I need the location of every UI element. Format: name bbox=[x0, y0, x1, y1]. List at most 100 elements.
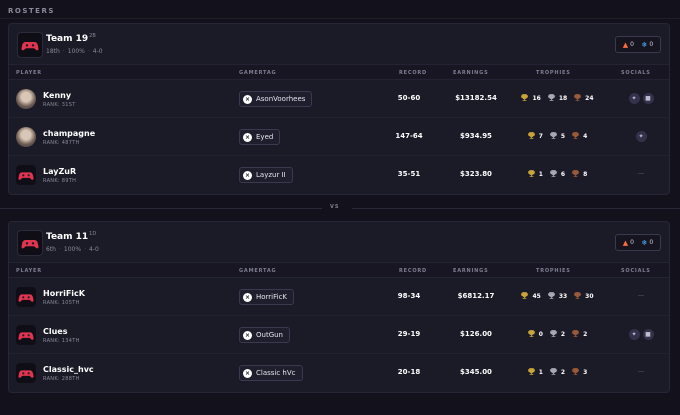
trophy-counts: 16 18 24 bbox=[507, 93, 607, 104]
bronze-trophy-icon bbox=[571, 329, 580, 340]
team-name[interactable]: Team 192B bbox=[46, 33, 96, 44]
table-row[interactable]: Classic_hvc RANK: 288TH × Classic hVc 20-18 $… bbox=[9, 354, 669, 392]
gamertag-chip[interactable]: × Eyed bbox=[239, 129, 281, 145]
silver-trophy-icon bbox=[549, 329, 558, 340]
player-record: 98-34 bbox=[397, 292, 421, 300]
table-row[interactable]: Clues RANK: 134TH × OutGun 29-19 $126.00 0 2 2 ✦ ■ bbox=[9, 316, 669, 354]
vs-line-right bbox=[352, 208, 680, 209]
section-title: ROSTERS bbox=[8, 7, 55, 15]
silver-trophy-icon bbox=[547, 93, 556, 104]
team-percent: 100% bbox=[63, 246, 82, 253]
gamertag-text: Eyed bbox=[256, 133, 274, 141]
player-name[interactable]: champagne bbox=[43, 129, 95, 138]
bronze-trophy-icon bbox=[571, 169, 580, 180]
gamertag-text: AsonVoorhees bbox=[256, 95, 306, 103]
fire-icon: ▲ bbox=[622, 238, 629, 247]
divider bbox=[0, 18, 680, 19]
gold-trophy-icon bbox=[527, 169, 536, 180]
bronze-trophy-icon bbox=[573, 93, 582, 104]
fire-count: 0 bbox=[630, 239, 634, 246]
col-trophies: TROPHIES bbox=[536, 70, 571, 76]
silver-trophy-icon bbox=[549, 367, 558, 378]
table-row[interactable]: HorriFicK RANK: 105TH × HorriFicK 98-34 $6812… bbox=[9, 278, 669, 316]
avatar bbox=[16, 89, 36, 109]
gamertag-chip[interactable]: × Layzur II bbox=[239, 167, 293, 183]
col-trophies: TROPHIES bbox=[536, 268, 571, 274]
player-rank: RANK: 105TH bbox=[43, 300, 80, 306]
player-rank: RANK: 134TH bbox=[43, 338, 80, 344]
player-name[interactable]: Classic_hvc bbox=[43, 365, 94, 374]
table-row[interactable]: champagne RANK: 487TH × Eyed 147-64 $934.95 7 5… bbox=[9, 118, 669, 156]
gamertag-chip[interactable]: × OutGun bbox=[239, 327, 290, 343]
team-place: 6th bbox=[46, 246, 56, 253]
team-header: Team 192B 18th · 100% · 4-0 ▲ 0 ❄ 0 bbox=[9, 24, 669, 64]
snowflake-icon: ❄ bbox=[641, 238, 648, 247]
avatar bbox=[16, 363, 36, 383]
no-socials: — bbox=[637, 169, 645, 177]
team-record: 4-0 bbox=[88, 246, 99, 253]
player-name[interactable]: Clues bbox=[43, 327, 68, 336]
snowflake-icon: ❄ bbox=[641, 40, 648, 49]
col-gamertag: GAMERTAG bbox=[239, 70, 277, 76]
col-earnings: EARNINGS bbox=[453, 70, 489, 76]
gamertag-text: Layzur II bbox=[256, 171, 286, 179]
gold-trophy-icon bbox=[520, 93, 529, 104]
table-row[interactable]: LayZuR RANK: 89TH × Layzur II 35-51 $323.80 1 6… bbox=[9, 156, 669, 194]
trophy-counts: 168 bbox=[507, 169, 607, 180]
player-socials: ✦ ■ bbox=[611, 329, 669, 340]
trophy-counts: 123 bbox=[507, 367, 607, 378]
ice-count: 0 bbox=[649, 239, 654, 246]
player-name[interactable]: HorriFicK bbox=[43, 289, 85, 298]
team-meta: 6th · 100% · 4-0 bbox=[46, 246, 99, 253]
player-socials: — bbox=[611, 367, 669, 375]
player-socials: — bbox=[611, 169, 669, 177]
silver-trophy-icon bbox=[549, 169, 558, 180]
gamertag-chip[interactable]: × Classic hVc bbox=[239, 365, 303, 381]
xbox-icon: × bbox=[243, 170, 252, 180]
col-record: RECORD bbox=[399, 70, 427, 76]
team-card: Team 192B 18th · 100% · 4-0 ▲ 0 ❄ 0 PLAYER GAMERTAG… bbox=[8, 23, 670, 195]
player-rank: RANK: 89TH bbox=[43, 178, 77, 184]
col-earnings: EARNINGS bbox=[453, 268, 489, 274]
table-header: PLAYER GAMERTAG RECORD EARNINGS TROPHIES SOCI… bbox=[9, 262, 669, 278]
xbox-icon: × bbox=[243, 94, 252, 104]
avatar bbox=[16, 287, 36, 307]
col-socials: SOCIALS bbox=[621, 70, 651, 76]
player-name[interactable]: LayZuR bbox=[43, 167, 76, 176]
silver-trophy-icon bbox=[549, 131, 558, 142]
team-logo-icon bbox=[17, 230, 43, 256]
no-socials: — bbox=[637, 367, 645, 375]
twitch-icon[interactable]: ■ bbox=[642, 329, 654, 340]
player-record: 35-51 bbox=[397, 170, 421, 178]
xbox-icon: × bbox=[243, 132, 252, 142]
col-gamertag: GAMERTAG bbox=[239, 268, 277, 274]
gold-trophy-icon bbox=[527, 131, 536, 142]
player-earnings: $6812.17 bbox=[457, 292, 495, 300]
player-name[interactable]: Kenny bbox=[43, 91, 71, 100]
bronze-trophy-icon bbox=[573, 291, 582, 302]
twitter-icon[interactable]: ✦ bbox=[628, 329, 640, 340]
silver-trophy-icon bbox=[547, 291, 556, 302]
avatar bbox=[16, 165, 36, 185]
avatar bbox=[16, 127, 36, 147]
twitter-icon[interactable]: ✦ bbox=[635, 131, 647, 142]
player-earnings: $345.00 bbox=[460, 368, 492, 376]
twitch-icon[interactable]: ■ bbox=[642, 93, 654, 104]
gamertag-text: HorriFicK bbox=[256, 293, 288, 301]
ice-count: 0 bbox=[649, 41, 654, 48]
team-logo-icon bbox=[17, 32, 43, 58]
twitter-icon[interactable]: ✦ bbox=[628, 93, 640, 104]
gamertag-chip[interactable]: × AsonVoorhees bbox=[239, 91, 313, 107]
player-rank: RANK: 31ST bbox=[43, 102, 76, 108]
gold-trophy-icon bbox=[527, 367, 536, 378]
team-card: Team 111D 6th · 100% · 4-0 ▲ 0 ❄ 0 PLAYER GAMERTAG R… bbox=[8, 221, 670, 393]
team-name[interactable]: Team 111D bbox=[46, 231, 96, 242]
player-rank: RANK: 288TH bbox=[43, 376, 80, 382]
xbox-icon: × bbox=[243, 292, 252, 302]
bronze-trophy-icon bbox=[571, 367, 580, 378]
table-row[interactable]: Kenny RANK: 31ST × AsonVoorhees 50-60 $13182.… bbox=[9, 80, 669, 118]
player-earnings: $323.80 bbox=[460, 170, 492, 178]
vs-label: VS bbox=[330, 204, 340, 210]
gamertag-chip[interactable]: × HorriFicK bbox=[239, 289, 295, 305]
team-percent: 100% bbox=[67, 48, 85, 55]
